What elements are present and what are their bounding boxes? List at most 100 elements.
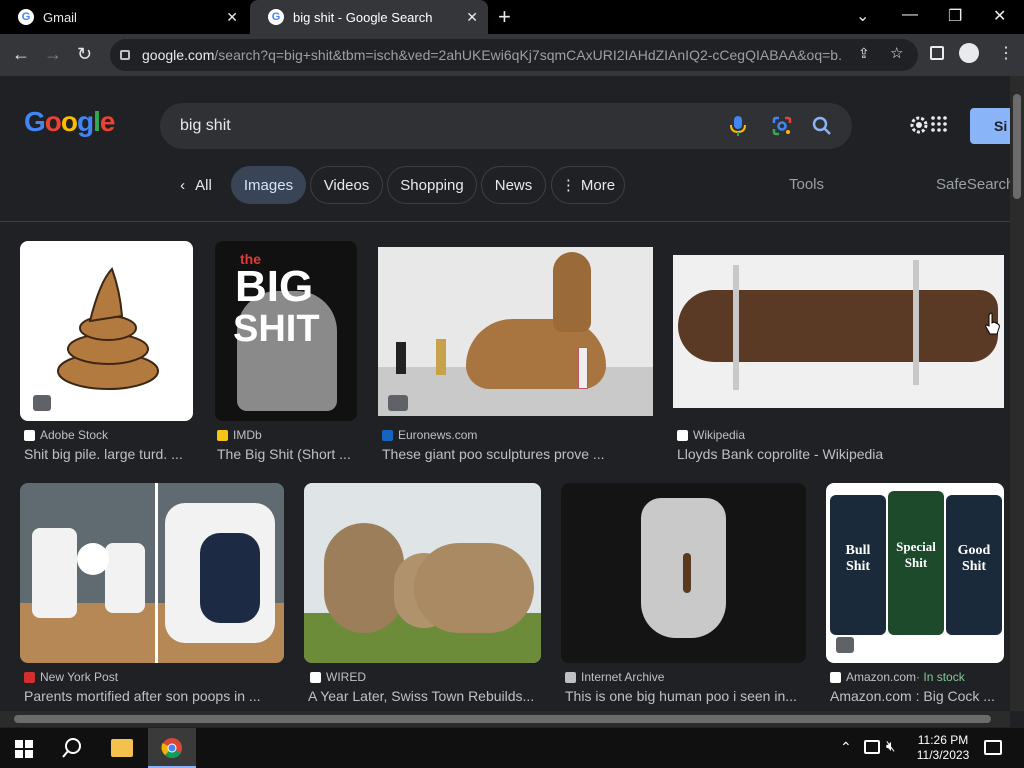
result-image-adobe-stock[interactable] [20,241,193,421]
clock[interactable]: 11:26 PM 11/3/2023 [913,733,973,763]
safesearch-button[interactable]: SafeSearch [936,176,1014,193]
file-explorer-icon[interactable] [111,739,133,757]
result-image-euronews[interactable] [378,247,653,416]
chrome-taskbar-button[interactable] [148,728,196,768]
profile-avatar-icon[interactable] [959,43,979,63]
toilet-graphic [32,528,77,618]
tab-gmail[interactable]: G Gmail ✕ [0,0,248,34]
sculpture-blob [324,523,404,633]
settings-gear-icon[interactable] [908,114,930,136]
wikipedia-favicon-icon [677,429,688,441]
horizontal-scrollbar[interactable] [0,711,1010,727]
result-caption[interactable]: This is one big human poo i seen in... [565,688,805,704]
sign-in-button[interactable]: Si [970,108,1010,144]
result-source[interactable]: New York Post [24,670,118,684]
restore-icon[interactable]: ❐ [948,6,962,26]
poop-illustration [57,267,159,390]
close-window-icon[interactable]: ✕ [993,6,1006,26]
jar-label: Special Shit [896,539,936,570]
bookmark-star-icon[interactable]: ☆ [890,44,903,62]
result-caption[interactable]: Amazon.com : Big Cock ... [830,688,1005,704]
chevron-left-icon: ‹ [180,176,186,194]
show-hidden-icons-icon[interactable]: ⌃ [840,739,852,756]
forward-icon[interactable]: → [44,44,62,65]
apps-grid-icon[interactable] [931,116,947,132]
jar-label: Bull Shit [845,543,871,574]
vertical-scrollbar[interactable] [1010,76,1024,711]
lens-camera-icon[interactable] [772,116,792,136]
search-icon[interactable] [61,737,83,759]
search-box[interactable]: big shit [160,103,852,149]
result-caption[interactable]: Parents mortified after son poops in ... [24,688,284,704]
microphone-icon[interactable] [728,115,748,137]
filter-all[interactable]: ‹ All [166,166,226,204]
smiley-face-icon [77,543,109,575]
new-tab-button[interactable]: + [498,4,511,30]
menu-kebab-icon[interactable]: ⋮ [998,43,1014,63]
imdb-favicon-icon [217,429,228,441]
result-image-internet-archive[interactable] [561,483,806,663]
result-source[interactable]: Amazon.com · In stock [830,670,965,684]
result-image-imdb[interactable]: the BIG SHIT [215,241,357,421]
visitor-figure [396,342,406,374]
result-image-wikipedia[interactable] [673,255,1004,408]
result-source[interactable]: WIRED [310,670,366,684]
tools-button[interactable]: Tools [789,176,824,193]
poster-text: BIG [235,262,314,311]
result-image-nypost[interactable] [20,483,284,663]
scrollbar-thumb[interactable] [14,715,991,723]
nypost-favicon-icon [24,671,35,683]
filter-images[interactable]: Images [231,166,306,204]
tab-search[interactable]: G big shit - Google Search ✕ [250,0,488,34]
result-source[interactable]: Euronews.com [382,428,477,442]
result-image-amazon[interactable]: Bull Shit Special Shit Good Shit [826,483,1004,663]
result-caption[interactable]: A Year Later, Swiss Town Rebuilds... [308,688,543,704]
visitor-figure [436,339,446,375]
search-input[interactable]: big shit [180,117,231,135]
result-caption[interactable]: Lloyds Bank coprolite - Wikipedia [677,446,997,462]
display-stand [733,265,739,390]
google-favicon-icon: G [268,9,284,25]
back-icon[interactable]: ← [12,44,30,65]
toilet-graphic [105,543,145,613]
sculpture-blob [414,543,534,633]
filter-shopping[interactable]: Shopping [387,166,477,204]
notifications-icon[interactable] [984,740,1002,755]
in-stock-label: · In stock [916,670,965,684]
lock-icon[interactable] [120,50,130,60]
url-text[interactable]: google.com/search?q=big+shit&tbm=isch&ve… [142,47,842,63]
close-icon[interactable]: ✕ [466,9,478,26]
share-icon[interactable]: ⇪ [858,45,870,62]
tab-search-chevron-icon[interactable]: ⌄ [856,6,869,26]
result-caption[interactable]: These giant poo sculptures prove ... [382,446,652,462]
windows-start-icon[interactable] [15,740,33,758]
network-icon[interactable] [864,740,880,754]
result-source[interactable]: Internet Archive [565,670,664,684]
collage-divider [155,483,158,663]
euronews-favicon-icon [382,429,393,441]
minimize-icon[interactable]: — [902,6,918,24]
shopping-tag-icon [836,637,854,653]
scrollbar-thumb[interactable] [1013,94,1021,199]
side-panel-icon[interactable] [930,46,944,60]
result-source[interactable]: Wikipedia [677,428,745,442]
filter-news[interactable]: News [481,166,546,204]
result-caption[interactable]: Shit big pile. large turd. ... [24,446,192,462]
archive-favicon-icon [565,671,576,683]
result-source[interactable]: Adobe Stock [24,428,108,442]
google-header: Google big shit Si ‹ All Images Videos S… [0,76,1014,222]
close-icon[interactable]: ✕ [226,9,238,26]
adobe-favicon-icon [24,429,35,441]
result-image-wired[interactable] [304,483,541,663]
tab-title: big shit - Google Search [293,9,433,25]
filter-more[interactable]: ⋮ More [551,166,625,204]
reload-icon[interactable]: ↻ [77,44,92,65]
volume-muted-icon[interactable]: 🔇︎ [886,738,895,755]
result-source[interactable]: IMDb [217,428,262,442]
poop-object [683,553,691,593]
filter-videos[interactable]: Videos [310,166,383,204]
search-icon[interactable] [812,116,832,136]
address-bar[interactable]: google.com/search?q=big+shit&tbm=isch&ve… [110,39,918,71]
google-doodle-logo[interactable]: Google [24,106,115,138]
result-caption[interactable]: The Big Shit (Short ... [217,446,357,462]
